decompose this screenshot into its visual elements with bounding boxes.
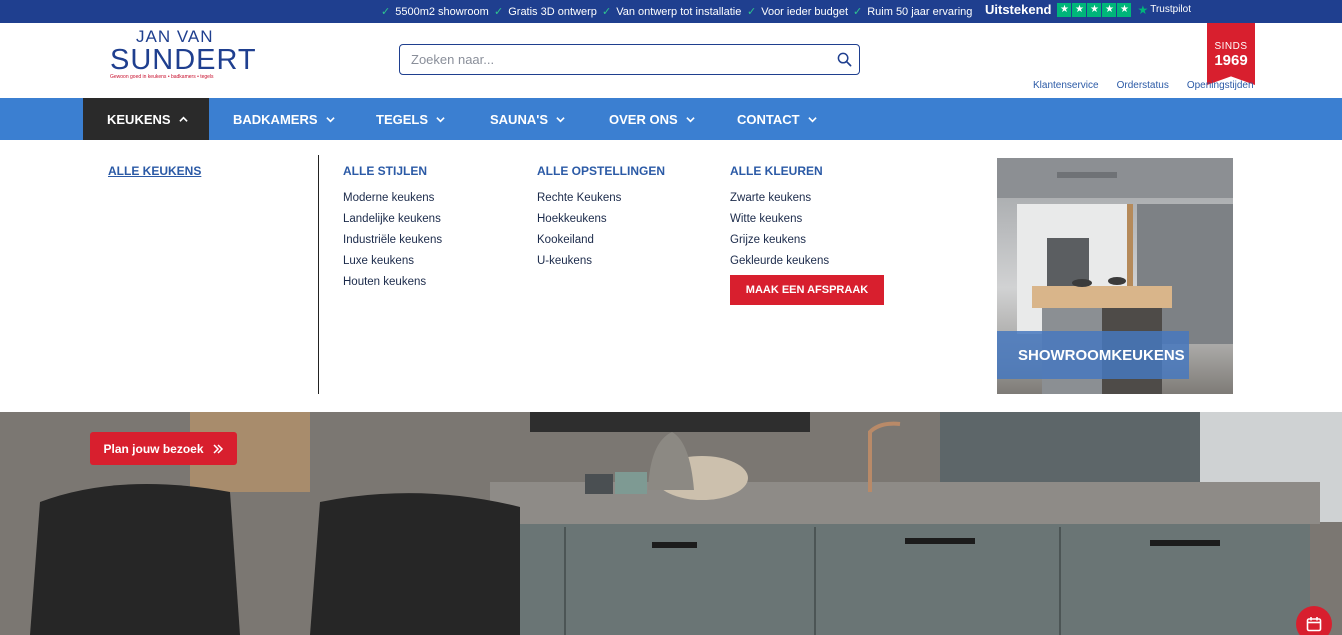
usp-item: ✓ 5500m2 showroom	[381, 5, 489, 19]
trustpilot-star-icon: ★	[1117, 2, 1132, 17]
usp-item: ✓ Van ontwerp tot installatie	[602, 5, 742, 19]
since-badge: SINDS 1969	[1207, 23, 1255, 85]
menu-divider	[318, 155, 319, 394]
menu-link[interactable]: Witte keukens	[730, 209, 829, 230]
nav-item-saunas[interactable]: SAUNA'S	[490, 98, 565, 140]
mega-menu-keukens: ALLE KEUKENS ALLE STIJLEN Moderne keuken…	[0, 140, 1342, 412]
menu-link[interactable]: U-keukens	[537, 251, 665, 272]
chevron-down-icon	[325, 116, 335, 122]
check-icon: ✓	[381, 6, 391, 18]
showroom-label: SHOWROOMKEUKENS	[997, 331, 1189, 379]
check-icon: ✓	[602, 6, 612, 18]
menu-link[interactable]: Houten keukens	[343, 272, 442, 293]
rating-label: Uitstekend	[985, 2, 1052, 17]
menu-column-kleuren: ALLE KLEUREN Zwarte keukens Witte keuken…	[730, 164, 829, 272]
trustpilot-widget[interactable]: Uitstekend ★ ★ ★ ★ ★ ★ Trustpilot	[985, 2, 1191, 17]
plan-visit-button[interactable]: Plan jouw bezoek	[90, 432, 237, 465]
logo-tagline: Gewoon goed in keukens • badkamers • teg…	[110, 74, 214, 80]
rating-stars: ★ ★ ★ ★ ★	[1057, 2, 1132, 17]
search-bar	[399, 44, 860, 75]
nav-item-keukens[interactable]: KEUKENS	[83, 98, 209, 140]
utility-links: Klantenservice Orderstatus Openingstijde…	[1033, 80, 1254, 91]
menu-link[interactable]: Gekleurde keukens	[730, 251, 829, 272]
column-heading[interactable]: ALLE OPSTELLINGEN	[537, 164, 665, 188]
usp-item: ✓ Voor ieder budget	[747, 5, 849, 19]
menu-link[interactable]: Luxe keukens	[343, 251, 442, 272]
trustpilot-star-icon: ★	[1137, 2, 1149, 17]
menu-column-stijlen: ALLE STIJLEN Moderne keukens Landelijke …	[343, 164, 442, 293]
logo-line2: SUNDERT	[110, 44, 257, 76]
calendar-button[interactable]	[1296, 606, 1332, 635]
check-icon: ✓	[747, 6, 757, 18]
nav-item-contact[interactable]: CONTACT	[737, 98, 817, 140]
menu-link[interactable]: Kookeiland	[537, 230, 665, 251]
trustpilot-star-icon: ★	[1087, 2, 1102, 17]
double-chevron-right-icon	[212, 443, 223, 454]
menu-link[interactable]: Industriële keukens	[343, 230, 442, 251]
search-icon[interactable]	[829, 45, 859, 74]
link-alle-keukens[interactable]: ALLE KEUKENS	[108, 164, 201, 178]
check-icon: ✓	[853, 6, 863, 18]
chevron-up-icon	[178, 116, 188, 122]
menu-link[interactable]: Landelijke keukens	[343, 209, 442, 230]
nav-item-tegels[interactable]: TEGELS	[376, 98, 445, 140]
chevron-down-icon	[807, 116, 817, 122]
trustpilot-star-icon: ★	[1072, 2, 1087, 17]
usp-item: ✓ Ruim 50 jaar ervaring	[853, 5, 973, 19]
link-orderstatus[interactable]: Orderstatus	[1117, 80, 1169, 91]
usp-item: ✓ Gratis 3D ontwerp	[494, 5, 597, 19]
chevron-down-icon	[436, 116, 445, 122]
trustpilot-star-icon: ★	[1102, 2, 1117, 17]
menu-link[interactable]: Grijze keukens	[730, 230, 829, 251]
make-appointment-button[interactable]: MAAK EEN AFSPRAAK	[730, 275, 884, 305]
badge-label: SINDS	[1214, 41, 1248, 52]
menu-column-opstellingen: ALLE OPSTELLINGEN Rechte Keukens Hoekkeu…	[537, 164, 665, 272]
chevron-down-icon	[556, 116, 565, 122]
menu-link[interactable]: Hoekkeukens	[537, 209, 665, 230]
nav-item-badkamers[interactable]: BADKAMERS	[233, 98, 335, 140]
column-heading[interactable]: ALLE KLEUREN	[730, 164, 829, 188]
trustpilot-logo: ★ Trustpilot	[1137, 2, 1191, 17]
link-openingstijden[interactable]: Openingstijden	[1187, 80, 1254, 91]
search-input[interactable]	[400, 45, 829, 74]
badge-year: 1969	[1214, 52, 1248, 69]
menu-link[interactable]: Rechte Keukens	[537, 188, 665, 209]
site-header: JAN VAN SUNDERT Gewoon goed in keukens •…	[0, 23, 1342, 98]
hero-banner: Plan jouw bezoek	[0, 412, 1342, 635]
calendar-icon	[1306, 617, 1322, 632]
column-heading[interactable]: ALLE STIJLEN	[343, 164, 442, 188]
chevron-down-icon	[685, 116, 695, 122]
usp-bar: ✓ 5500m2 showroom ✓ Gratis 3D ontwerp ✓ Van…	[0, 0, 1342, 23]
showroom-promo[interactable]: SHOWROOMKEUKENS	[997, 158, 1233, 394]
trustpilot-star-icon: ★	[1057, 2, 1072, 17]
link-klantenservice[interactable]: Klantenservice	[1033, 80, 1099, 91]
menu-link[interactable]: Moderne keukens	[343, 188, 442, 209]
main-nav: KEUKENS BADKAMERS TEGELS SAUNA'S OVER ON…	[0, 98, 1342, 140]
nav-item-over-ons[interactable]: OVER ONS	[609, 98, 695, 140]
menu-link[interactable]: Zwarte keukens	[730, 188, 829, 209]
site-logo[interactable]: JAN VAN SUNDERT Gewoon goed in keukens •…	[110, 28, 257, 88]
check-icon: ✓	[494, 6, 504, 18]
